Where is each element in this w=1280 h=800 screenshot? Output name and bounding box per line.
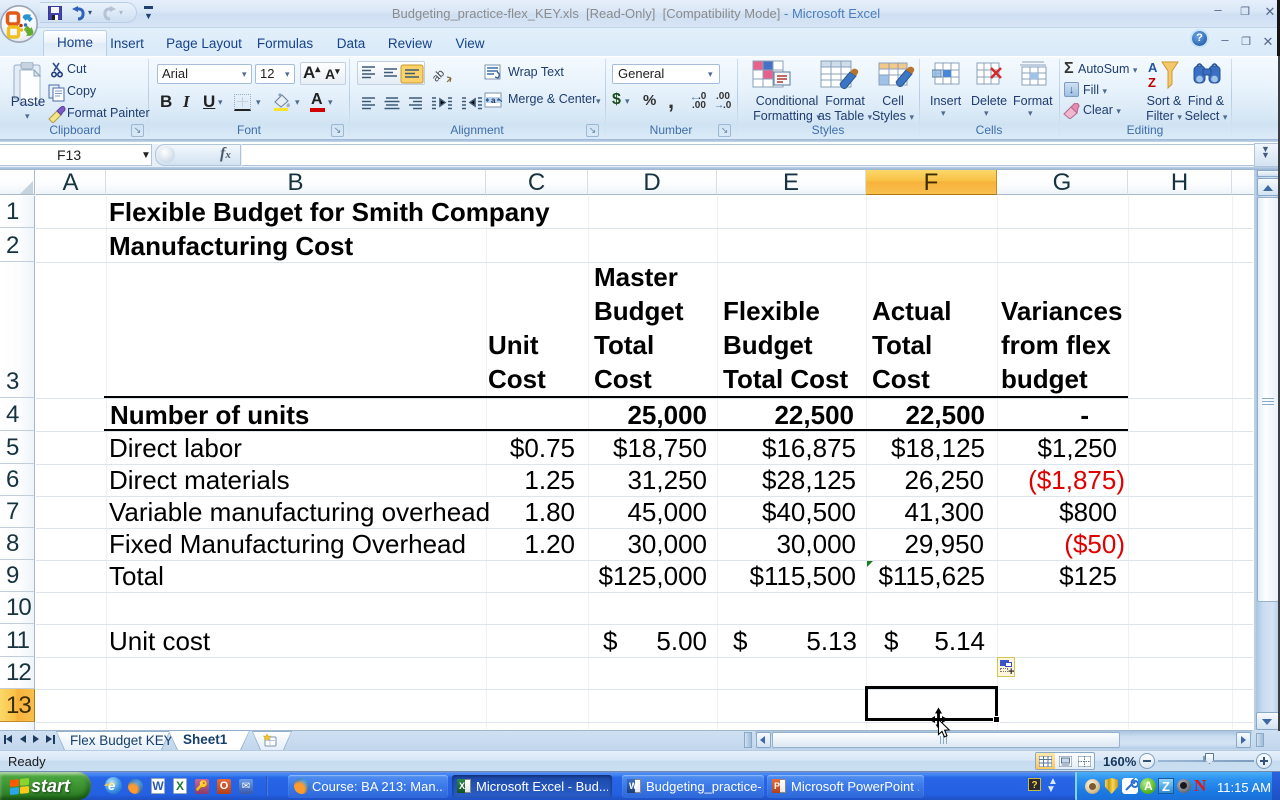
svg-text:a: a (491, 96, 496, 105)
svg-text:ab: ab (430, 67, 447, 84)
svg-text:A: A (1148, 60, 1158, 75)
svg-text:Z: Z (1148, 75, 1156, 90)
